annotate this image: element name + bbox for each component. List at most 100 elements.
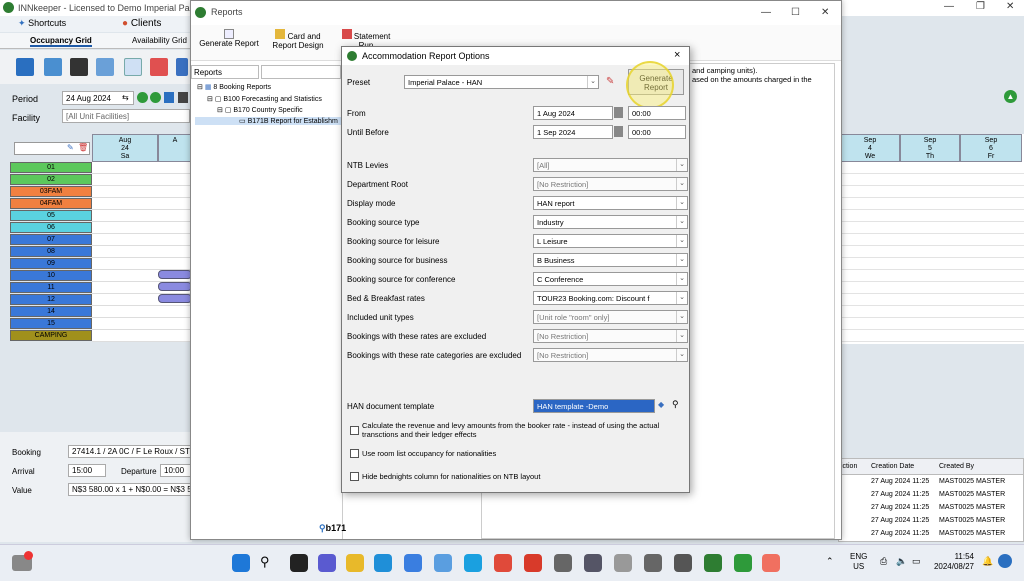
unit-row[interactable]: CAMPING — [10, 330, 92, 341]
grid-cell[interactable] — [92, 198, 192, 210]
document-tool-icon[interactable] — [124, 58, 142, 76]
grid-cell[interactable] — [92, 234, 192, 246]
restore-icon[interactable]: ❐ — [976, 1, 985, 12]
start-icon[interactable] — [232, 554, 250, 572]
until-time-input[interactable]: 00:00 — [628, 125, 686, 139]
tag-icon[interactable]: ◆ — [658, 400, 664, 409]
grid-cell[interactable] — [92, 222, 192, 234]
app-icon[interactable] — [584, 554, 602, 572]
search-tool-icon[interactable] — [16, 58, 34, 76]
grid-cell[interactable] — [92, 246, 192, 258]
edge-icon[interactable] — [374, 554, 392, 572]
calendar-icon[interactable]: ⇆ — [122, 93, 129, 102]
tree-item-b100[interactable]: ⊟ ▢ B100 Forecasting and Statistics — [207, 95, 322, 103]
col-header[interactable]: iction — [841, 463, 857, 470]
tray-chevron-icon[interactable]: ⌃ — [826, 556, 834, 567]
from-date-input[interactable]: 1 Aug 2024 — [533, 106, 613, 120]
col-header[interactable]: Creation Date — [871, 463, 914, 470]
value-field[interactable]: N$3 580.00 x 1 + N$0.00 = N$3 580 — [68, 483, 192, 496]
table-row[interactable]: 27 Aug 2024 11:25 MAST0025 MASTER — [839, 477, 1023, 489]
option-select[interactable]: [No Restriction] ⌄ — [533, 329, 688, 343]
battery-icon[interactable]: ▭ — [912, 556, 921, 567]
table-row[interactable]: 27 Aug 2024 11:25 MAST0025 MASTER — [839, 529, 1023, 541]
booking-bar[interactable] — [158, 282, 192, 291]
tab-occupancy-grid[interactable]: Occupancy Grid — [30, 36, 92, 47]
table-row[interactable]: 27 Aug 2024 11:25 MAST0025 MASTER — [839, 516, 1023, 528]
unit-row[interactable]: 04FAM — [10, 198, 92, 209]
unit-row[interactable]: 01 — [10, 162, 92, 173]
grid-filter-input[interactable]: ✎ 🗑 — [14, 142, 90, 155]
chrome-icon[interactable] — [494, 554, 512, 572]
hide-bednights-checkbox[interactable] — [350, 472, 359, 481]
option-select[interactable]: HAN report ⌄ — [533, 196, 688, 210]
prev-arrow-icon[interactable] — [137, 92, 148, 103]
unit-row[interactable]: 10 — [10, 270, 92, 281]
edit-tool-icon[interactable] — [150, 58, 168, 76]
grid-cell[interactable] — [92, 258, 192, 270]
skype-icon[interactable] — [464, 554, 482, 572]
unit-row[interactable]: 02 — [10, 174, 92, 185]
language-indicator[interactable]: ENG US — [850, 552, 867, 572]
option-select[interactable]: B Business ⌄ — [533, 253, 688, 267]
tree-item-b171b[interactable]: ▭ B171B Report for Establishm — [195, 117, 341, 125]
edit-preset-icon[interactable]: ✎ — [606, 76, 614, 87]
option-select[interactable]: TOUR23 Booking.com: Discount f ⌄ — [533, 291, 688, 305]
card-report-design-button[interactable]: Card and Report Design — [263, 29, 333, 50]
volume-icon[interactable]: 🔈 — [896, 556, 907, 567]
facility-select[interactable]: [All Unit Facilities] — [62, 109, 190, 123]
tree-item-b170[interactable]: ⊟ ▢ B170 Country Specific — [217, 106, 303, 114]
report-icon[interactable] — [164, 92, 174, 103]
minimize-icon[interactable]: — — [761, 7, 771, 18]
calendar-icon[interactable] — [614, 107, 623, 118]
han-template-input[interactable]: HAN template -Demo — [533, 399, 655, 413]
option-select[interactable]: [No Restriction] ⌄ — [533, 177, 688, 191]
unit-row[interactable]: 07 — [10, 234, 92, 245]
calendar-icon[interactable] — [614, 126, 623, 137]
unit-row[interactable]: 14 — [10, 306, 92, 317]
option-select[interactable]: [No Restriction] ⌄ — [533, 348, 688, 362]
option-select[interactable]: L Leisure ⌄ — [533, 234, 688, 248]
grid-cell[interactable] — [92, 186, 192, 198]
widget-icon[interactable] — [998, 554, 1012, 568]
app-icon[interactable] — [434, 554, 452, 572]
unit-row[interactable]: 03FAM — [10, 186, 92, 197]
search-icon[interactable]: ⚲ — [672, 399, 679, 410]
departure-field[interactable]: 10:00 — [160, 464, 192, 477]
booking-bar[interactable] — [158, 270, 192, 279]
file-explorer-icon[interactable] — [346, 554, 364, 572]
app-icon[interactable] — [762, 554, 780, 572]
tab-availability-grid[interactable]: Availability Grid — [132, 36, 187, 45]
option-select[interactable]: Industry ⌄ — [533, 215, 688, 229]
unit-row[interactable]: 12 — [10, 294, 92, 305]
from-time-input[interactable]: 00:00 — [628, 106, 686, 120]
clock[interactable]: 11:54 2024/08/27 — [930, 552, 974, 572]
unit-row[interactable]: 05 — [10, 210, 92, 221]
print-icon[interactable] — [178, 92, 188, 103]
unit-row[interactable]: 11 — [10, 282, 92, 293]
booker-rate-checkbox[interactable] — [350, 426, 359, 435]
unit-row[interactable]: 08 — [10, 246, 92, 257]
option-select[interactable]: [All] ⌄ — [533, 158, 688, 172]
close-icon[interactable]: ✕ — [1006, 1, 1014, 12]
until-date-input[interactable]: 1 Sep 2024 — [533, 125, 613, 139]
reports-filter-input[interactable] — [261, 65, 341, 79]
unit-row[interactable]: 15 — [10, 318, 92, 329]
app-icon[interactable] — [524, 554, 542, 572]
col-header[interactable]: Created By — [939, 463, 974, 470]
booking-bar[interactable] — [158, 294, 192, 303]
unit-row[interactable]: 09 — [10, 258, 92, 269]
maximize-icon[interactable]: ☐ — [791, 7, 800, 18]
list-tool-icon[interactable] — [96, 58, 114, 76]
arrival-field[interactable]: 15:00 — [68, 464, 106, 477]
app-icon[interactable] — [674, 554, 692, 572]
grid-cell[interactable] — [92, 210, 192, 222]
unit-row[interactable]: 06 — [10, 222, 92, 233]
notifications-icon[interactable]: 🔔 — [982, 556, 993, 567]
clock-app-icon[interactable] — [614, 554, 632, 572]
network-icon[interactable]: ⎙ — [880, 556, 887, 567]
grid-cell[interactable] — [92, 330, 192, 342]
teams-icon[interactable] — [318, 554, 336, 572]
dialog-close-button[interactable]: × — [674, 49, 680, 61]
add-icon[interactable]: ▲ — [1004, 90, 1017, 103]
option-select[interactable]: C Conference ⌄ — [533, 272, 688, 286]
